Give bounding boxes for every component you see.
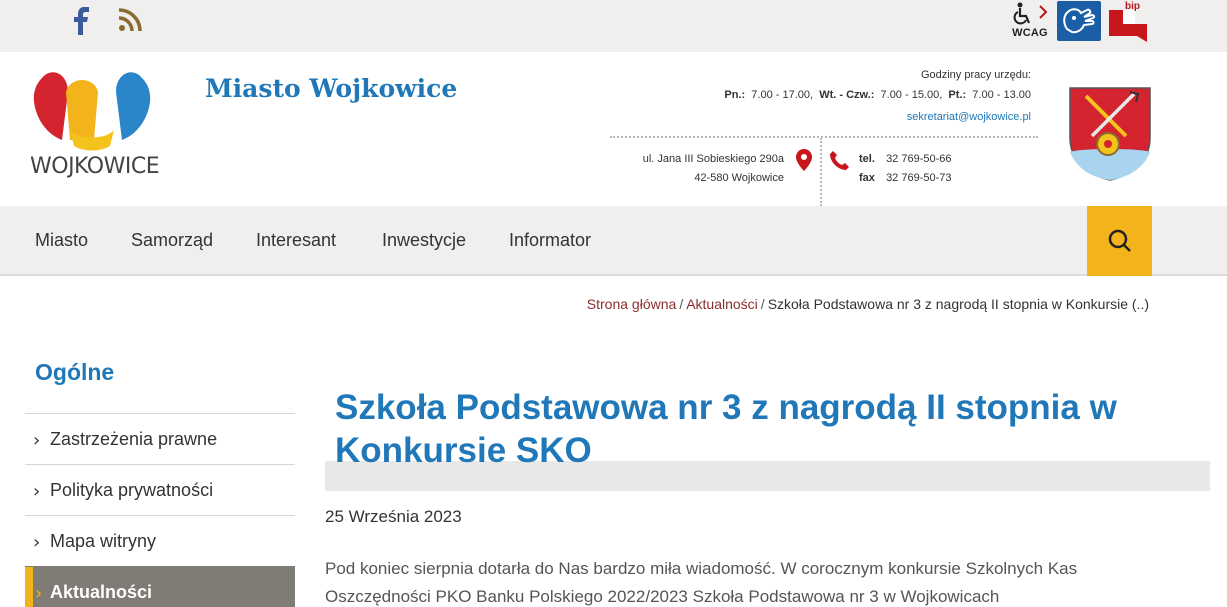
bip-label: bip: [1125, 1, 1140, 12]
hours-day-3: Pt.:: [948, 89, 967, 101]
nav-item-informator[interactable]: Informator: [509, 230, 591, 251]
breadcrumb-section[interactable]: Aktualności: [686, 296, 758, 312]
main-navigation: Miasto Samorząd Interesant Inwestycje In…: [0, 206, 1227, 276]
site-header: WOJKOWICE Miasto Wojkowice Godziny pracy…: [0, 52, 1227, 206]
office-hours: Pn.: 7.00 - 17.00, Wt. - Czw.: 7.00 - 15…: [724, 89, 1031, 101]
hours-time-2: 7.00 - 15.00,: [880, 89, 943, 101]
search-button[interactable]: [1087, 206, 1152, 276]
nav-item-samorzad[interactable]: Samorząd: [131, 230, 213, 251]
tel-number[interactable]: 32 769-50-66: [886, 153, 951, 165]
hours-day-1: Pn.:: [724, 89, 746, 101]
coat-of-arms-icon: [1069, 87, 1151, 181]
chevron-right-icon: ›: [33, 532, 41, 553]
chevron-right-icon: ›: [35, 583, 43, 604]
logo-text: WOJKOWICE: [30, 154, 160, 179]
rss-icon[interactable]: [118, 8, 142, 32]
breadcrumb-separator: /: [760, 296, 765, 312]
address-line-1: ul. Jana III Sobieskiego 290a: [642, 153, 784, 165]
search-icon: [1108, 229, 1131, 252]
fax-number: 32 769-50-73: [886, 172, 952, 184]
wheelchair-icon: [1013, 2, 1048, 25]
nav-item-inwestycje[interactable]: Inwestycje: [382, 230, 466, 251]
sidebar-menu: › Zastrzeżenia prawne › Polityka prywatn…: [25, 413, 295, 607]
breadcrumb: Strona główna / Aktualności / Szkoła Podstaw…: [587, 296, 1149, 312]
wcag-accessibility-button[interactable]: WCAG: [1010, 2, 1050, 42]
tel-label: tel.: [859, 153, 875, 165]
sidebar-item-zastrzezenia[interactable]: › Zastrzeżenia prawne: [25, 413, 295, 464]
sidebar-item-mapa[interactable]: › Mapa witryny: [25, 515, 295, 566]
top-utility-bar: WCAG bip: [0, 0, 1227, 52]
chevron-right-icon: ›: [33, 430, 41, 451]
office-hours-title: Godziny pracy urzędu:: [920, 69, 1031, 81]
map-pin-icon: [796, 149, 812, 171]
fax-label: fax: [859, 172, 875, 184]
sidebar-heading: Ogólne: [35, 359, 115, 385]
divider: [610, 136, 1038, 138]
sign-language-button[interactable]: [1057, 1, 1101, 41]
sign-language-icon: [1063, 8, 1096, 34]
wojkowice-logo[interactable]: WOJKOWICE: [30, 70, 160, 182]
sidebar-item-label: Zastrzeżenia prawne: [50, 429, 218, 449]
hours-time-1: 7.00 - 17.00,: [751, 89, 814, 101]
sidebar-item-polityka[interactable]: › Polityka prywatności: [25, 464, 295, 515]
hours-day-2: Wt. - Czw.:: [819, 89, 875, 101]
divider: [820, 138, 822, 206]
breadcrumb-home[interactable]: Strona główna: [587, 296, 677, 312]
wcag-label: WCAG: [1012, 27, 1048, 39]
address-line-2: 42-580 Wojkowice: [694, 172, 784, 184]
sidebar-item-label: Polityka prywatności: [50, 480, 214, 500]
sidebar-item-label: Aktualności: [50, 582, 153, 602]
logo-w-icon: [33, 72, 151, 151]
phone-icon: [830, 151, 849, 170]
nav-item-interesant[interactable]: Interesant: [256, 230, 336, 251]
article-title: Szkoła Podstawowa nr 3 z nagrodą II stop…: [335, 388, 1117, 470]
article-date: 25 Września 2023: [325, 507, 462, 526]
breadcrumb-current: Szkoła Podstawowa nr 3 z nagrodą II stop…: [767, 296, 1149, 312]
nav-item-miasto[interactable]: Miasto: [35, 230, 88, 251]
hours-time-3: 7.00 - 13.00: [972, 89, 1031, 101]
active-marker: [25, 567, 33, 607]
facebook-icon[interactable]: [72, 6, 92, 36]
sidebar-item-label: Mapa witryny: [50, 531, 157, 551]
phone-fax: tel. 32 769-50-66 fax 32 769-50-73: [859, 150, 952, 188]
breadcrumb-separator: /: [679, 296, 684, 312]
address: ul. Jana III Sobieskiego 290a 42-580 Woj…: [643, 150, 784, 188]
site-title[interactable]: Miasto Wojkowice: [205, 74, 457, 103]
sidebar-item-aktualnosci[interactable]: › Aktualności: [25, 566, 295, 607]
article-body: Pod koniec sierpnia dotarła do Nas bardz…: [325, 559, 1078, 606]
chevron-right-icon: ›: [33, 481, 41, 502]
email-link[interactable]: sekretariat@wojkowice.pl: [907, 111, 1031, 123]
bip-button[interactable]: bip: [1109, 0, 1149, 42]
